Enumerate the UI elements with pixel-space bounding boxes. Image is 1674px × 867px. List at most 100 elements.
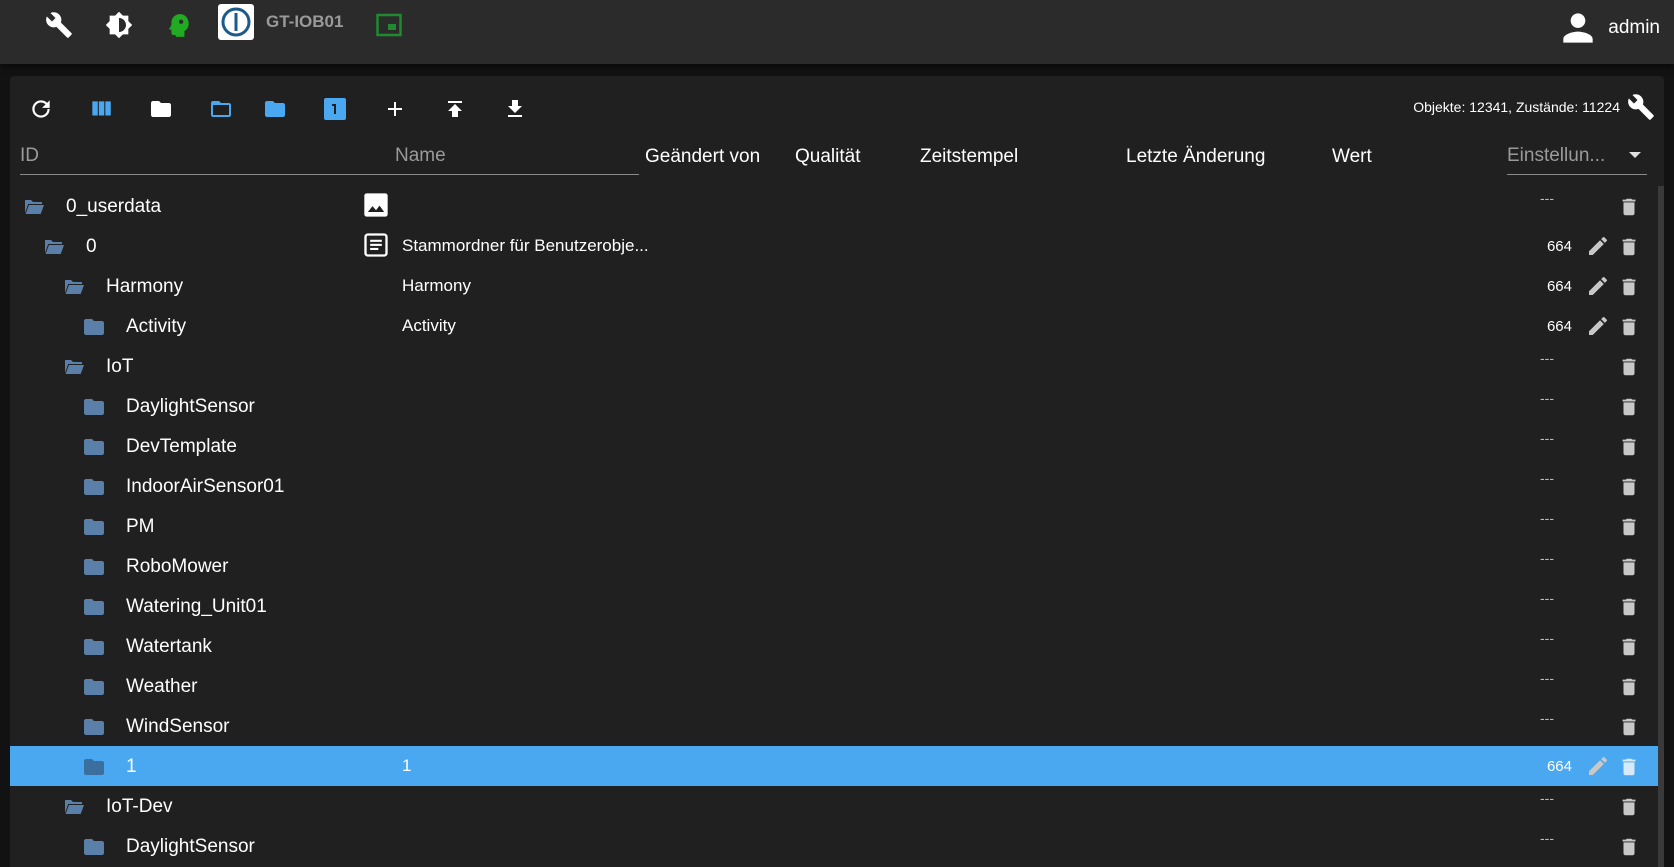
delete-icon[interactable] [1618,194,1640,220]
folder-icon[interactable] [78,755,110,779]
delete-icon[interactable] [1618,434,1640,460]
user-menu[interactable]: admin [1556,6,1660,50]
delete-icon[interactable] [1618,634,1640,660]
edit-icon[interactable] [1586,234,1610,258]
delete-icon[interactable] [1618,754,1640,780]
delete-icon[interactable] [1618,594,1640,620]
folder-open-icon[interactable] [206,94,236,124]
delete-icon[interactable] [1618,234,1640,260]
page-1-icon[interactable] [320,94,350,124]
tree-row[interactable]: WindSensor --- [10,706,1664,746]
folder-icon[interactable] [78,435,110,459]
column-value[interactable]: Wert [1332,146,1372,168]
folder-open-icon[interactable] [18,195,50,219]
folder-open-icon[interactable] [58,275,90,299]
expert-head-icon[interactable] [164,10,194,40]
iobroker-logo[interactable] [218,4,254,40]
document-icon [364,233,388,257]
folder-open-icon[interactable] [58,355,90,379]
column-quality[interactable]: Qualität [795,146,860,168]
folder-icon[interactable] [78,635,110,659]
download-icon[interactable] [500,94,530,124]
delete-icon[interactable] [1618,554,1640,580]
upload-icon[interactable] [440,94,470,124]
row-id: WindSensor [126,716,230,737]
scrollbar[interactable] [1658,186,1664,867]
tree-row[interactable]: IoT --- [10,346,1664,386]
id-filter-input[interactable] [20,138,398,175]
tree-row[interactable]: IndoorAirSensor01 --- [10,466,1664,506]
column-timestamp[interactable]: Zeitstempel [920,146,1018,168]
delete-icon[interactable] [1618,274,1640,300]
row-id: DevTemplate [126,436,237,457]
delete-icon[interactable] [1618,794,1640,820]
tree-row[interactable]: DaylightSensor --- [10,386,1664,426]
objects-panel: Objekte: 12341, Zustände: 11224 Geändert… [10,76,1664,867]
row-id: 0_userdata [66,196,162,217]
chevron-down-icon [1629,152,1641,158]
delete-icon[interactable] [1618,314,1640,340]
edit-icon[interactable] [1586,754,1610,778]
tree-row[interactable]: 0 Stammordner für Benutzerobje... 664 [10,226,1664,266]
wrench-icon[interactable] [1626,92,1656,122]
delete-icon[interactable] [1618,394,1640,420]
row-id: IndoorAirSensor01 [126,476,285,497]
folder-icon[interactable] [78,395,110,419]
column-changed-by[interactable]: Geändert von [645,146,760,168]
tree-row[interactable]: Activity Activity 664 [10,306,1664,346]
row-acl: --- [1540,350,1554,366]
delete-icon[interactable] [1618,354,1640,380]
host-name: GT-IOB01 [266,12,344,31]
tree-row[interactable]: Weather --- [10,666,1664,706]
toolbar: Objekte: 12341, Zustände: 11224 [10,76,1664,136]
delete-icon[interactable] [1618,834,1640,860]
tree-row[interactable]: Harmony Harmony 664 [10,266,1664,306]
tree-row[interactable]: 0_userdata --- [10,186,1664,226]
folder-icon[interactable] [78,675,110,699]
tree-row[interactable]: DaylightSensor --- [10,826,1664,866]
tree-row[interactable]: DevTemplate --- [10,426,1664,466]
row-acl: 664 [1546,318,1572,335]
folder-icon[interactable] [146,94,176,124]
delete-icon[interactable] [1618,474,1640,500]
folder-icon[interactable] [78,475,110,499]
tree-row[interactable]: Watertank --- [10,626,1664,666]
row-acl: --- [1540,510,1554,526]
edit-icon[interactable] [1586,274,1610,298]
tree-row[interactable]: Watering_Unit01 --- [10,586,1664,626]
row-acl: 664 [1546,278,1572,295]
object-stats: Objekte: 12341, Zustände: 11224 [1413,99,1620,115]
tree-row[interactable]: 1 1 664 [10,746,1664,786]
brightness-icon[interactable] [104,10,134,40]
folder-open-icon[interactable] [58,795,90,819]
row-acl: --- [1540,190,1554,206]
row-id: Harmony [106,276,184,297]
tree-row[interactable]: PM --- [10,506,1664,546]
folder-icon[interactable] [78,835,110,859]
settings-select[interactable]: Einstellun... [1507,138,1647,175]
folder-icon[interactable] [78,595,110,619]
columns-icon[interactable] [86,94,116,124]
name-filter-input[interactable] [395,138,639,175]
folder-icon[interactable] [78,555,110,579]
row-name: Activity [402,316,456,335]
column-last-change[interactable]: Letzte Änderung [1126,146,1265,168]
delete-icon[interactable] [1618,514,1640,540]
edit-icon[interactable] [1586,314,1610,338]
add-icon[interactable] [380,94,410,124]
tree-row[interactable]: RoboMower --- [10,546,1664,586]
window-icon[interactable] [374,10,404,40]
folder-open-icon[interactable] [38,235,70,259]
folder-icon[interactable] [78,715,110,739]
delete-icon[interactable] [1618,714,1640,740]
folder-blue-icon[interactable] [260,94,290,124]
folder-icon[interactable] [78,515,110,539]
row-id: RoboMower [126,556,229,577]
delete-icon[interactable] [1618,674,1640,700]
row-acl: 664 [1546,758,1572,775]
folder-icon[interactable] [78,315,110,339]
wrench-icon[interactable] [44,10,74,40]
refresh-icon[interactable] [26,94,56,124]
column-headers: Geändert von Qualität Zeitstempel Letzte… [10,136,1664,186]
tree-row[interactable]: IoT-Dev --- [10,786,1664,826]
